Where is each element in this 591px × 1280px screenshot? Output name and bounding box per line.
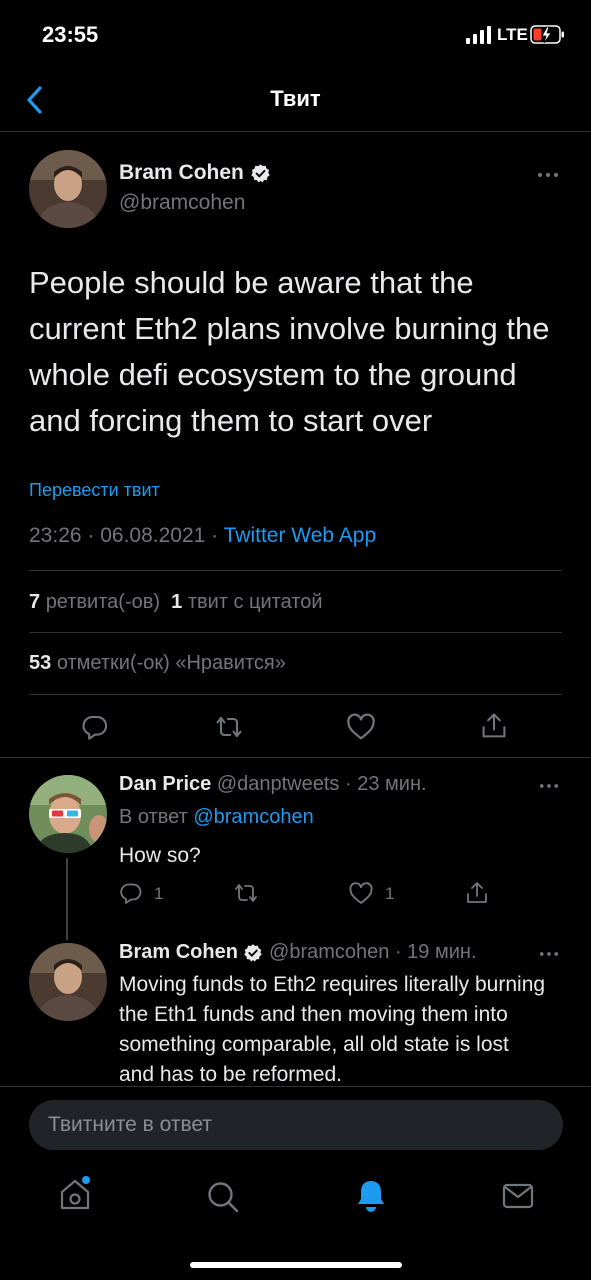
notification-dot [82,1176,90,1184]
reply-icon[interactable] [81,713,109,741]
retweets-count: 7 [29,591,41,613]
verified-icon [251,164,270,183]
signal-icon [466,26,491,44]
retweet-icon[interactable] [232,881,260,905]
likes-label: отметки(-ок) «Нравится» [56,652,286,674]
reply-to-prefix: В ответ [119,806,194,828]
reply-header: Dan Price @danptweets · 23 мин. [119,773,559,796]
like-count: 1 [385,884,395,903]
home-icon[interactable] [58,1176,92,1212]
messages-icon[interactable] [501,1182,535,1210]
reply-time: · 19 мин. [394,941,477,963]
status-time: 23:55 [42,22,99,47]
divider [29,694,562,695]
reply-to: В ответ @bramcohen [119,806,314,829]
author-name[interactable]: Bram Cohen [119,161,271,185]
like-stats[interactable]: 53 отметки(-ок) «Нравится» [29,652,286,675]
verified-icon [244,943,263,962]
retweet-stats[interactable]: 7 ретвита(-ов) 1 твит с цитатой [29,591,323,614]
reply-text: Moving funds to Eth2 requires literally … [119,973,546,1086]
reply-author-name[interactable]: Bram Cohen [119,941,238,963]
divider [29,570,562,571]
reply-to-handle[interactable]: @bramcohen [193,806,313,828]
quotes-label: твит с цитатой [187,591,323,613]
more-options-icon[interactable] [539,776,559,796]
translate-link[interactable]: Перевести твит [29,480,160,501]
share-icon[interactable] [480,711,508,741]
retweets-label: ретвита(-ов) [45,591,161,613]
avatar-image [29,943,107,1021]
reply-icon[interactable] [119,881,143,905]
more-options-icon[interactable] [539,944,559,964]
page-title: Твит [270,86,321,111]
notifications-icon[interactable] [355,1178,387,1214]
divider [0,757,591,758]
divider [29,632,562,633]
avatar[interactable] [29,943,107,1021]
avatar[interactable] [29,775,107,853]
network-label: LTE [497,25,528,44]
share-icon[interactable] [465,880,489,906]
tweet-text: People should be aware that the current … [29,265,550,438]
thread-line [66,858,68,940]
tweet-meta: 23:26 · 06.08.2021 · Twitter Web App [29,524,376,548]
like-icon[interactable] [346,713,376,741]
author-name-text: Bram Cohen [119,161,244,184]
search-icon[interactable] [206,1180,240,1214]
tweet-timestamp: 23:26 · 06.08.2021 · [29,524,224,547]
reply-input-placeholder: Твитните в ответ [48,1113,212,1136]
reply-time: · 23 мин. [345,773,427,795]
home-indicator[interactable] [190,1262,402,1268]
tweet-source-link[interactable]: Twitter Web App [224,524,377,547]
author-handle[interactable]: @bramcohen [119,191,245,215]
likes-count: 53 [29,652,52,674]
reply-author-name[interactable]: Dan Price [119,773,211,795]
reply-header: Bram Cohen @bramcohen · 19 мин. [119,941,539,964]
retweet-icon[interactable] [213,713,245,741]
avatar[interactable] [29,150,107,228]
reply-author-handle[interactable]: @danptweets [217,773,340,795]
avatar-image [29,775,107,853]
reply-count: 1 [154,884,164,903]
like-icon[interactable] [348,882,374,905]
reply-author-handle[interactable]: @bramcohen [269,941,389,963]
more-options-icon[interactable] [537,164,559,186]
reply-text: How so? [119,844,201,867]
quotes-count: 1 [171,591,183,613]
avatar-image [29,150,107,228]
battery-icon [530,25,564,44]
header-divider [0,131,591,132]
